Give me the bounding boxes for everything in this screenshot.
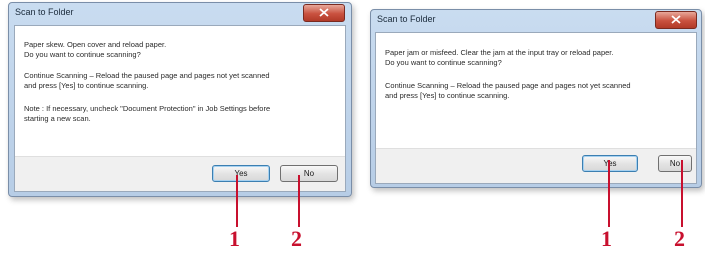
callout-line-right-yes <box>608 160 610 227</box>
titlebar: Scan to Folder <box>9 3 351 25</box>
callout-number-left-yes: 1 <box>229 226 240 251</box>
yes-button[interactable]: Yes <box>582 155 638 172</box>
close-button[interactable] <box>655 11 697 29</box>
close-icon <box>319 8 329 17</box>
callout-number-right-no: 2 <box>674 226 685 251</box>
dialog-paper-jam: Scan to Folder Paper jam or misfeed. Cle… <box>370 9 702 188</box>
note-line: Note : If necessary, uncheck "Document P… <box>24 104 271 113</box>
callout-number-left-no: 2 <box>291 226 302 251</box>
message-line: Do you want to continue scanning? <box>24 50 141 59</box>
message-line: Paper jam or misfeed. Clear the jam at t… <box>385 48 614 57</box>
dialog-body: Paper jam or misfeed. Clear the jam at t… <box>375 32 697 184</box>
callout-line-right-no <box>681 160 683 227</box>
dialog-title: Scan to Folder <box>377 14 436 24</box>
message-line: Continue Scanning – Reload the paused pa… <box>24 71 270 80</box>
callout-line-left-no <box>298 175 300 227</box>
message-line: Continue Scanning – Reload the paused pa… <box>385 81 631 90</box>
dialog-paper-skew: Scan to Folder Paper skew. Open cover an… <box>8 2 352 197</box>
message-line: Paper skew. Open cover and reload paper. <box>24 40 167 49</box>
close-button[interactable] <box>303 4 345 22</box>
message-line: and press [Yes] to continue scanning. <box>385 91 510 100</box>
note-line: starting a new scan. <box>24 114 91 123</box>
dialog-body: Paper skew. Open cover and reload paper.… <box>14 25 346 192</box>
dialog-title: Scan to Folder <box>15 7 74 17</box>
no-button[interactable]: No <box>280 165 338 182</box>
button-bar: Yes No <box>376 148 696 183</box>
callout-number-right-yes: 1 <box>601 226 612 251</box>
callout-line-left-yes <box>236 175 238 227</box>
yes-button[interactable]: Yes <box>212 165 270 182</box>
button-bar: Yes No <box>15 156 345 191</box>
message-line: and press [Yes] to continue scanning. <box>24 81 149 90</box>
titlebar: Scan to Folder <box>371 10 701 32</box>
no-button[interactable]: No <box>658 155 692 172</box>
message-line: Do you want to continue scanning? <box>385 58 502 67</box>
close-icon <box>671 15 681 24</box>
